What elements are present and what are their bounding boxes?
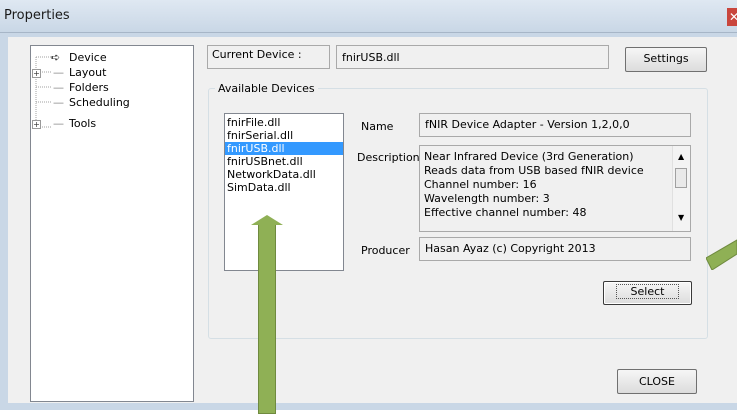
tree-branch-icon: —: [53, 96, 64, 109]
scroll-down-icon[interactable]: ▼: [678, 213, 684, 222]
producer-value: Hasan Ayaz (c) Copyright 2013: [425, 242, 596, 255]
current-device-value: fnirUSB.dll: [342, 51, 400, 64]
description-label: Description: [357, 151, 420, 164]
green-arrow-annotation: [251, 215, 283, 414]
current-device-field: fnirUSB.dll: [336, 45, 609, 69]
expand-icon[interactable]: +: [32, 69, 41, 78]
arrow-icon: ➪: [51, 51, 61, 64]
current-device-label: Current Device :: [212, 48, 302, 61]
tree-item-label: Tools: [69, 117, 97, 130]
green-arrow-annotation-right: [705, 236, 737, 271]
tree-item-label: Layout: [69, 66, 107, 79]
name-value: fNIR Device Adapter - Version 1,2,0,0: [425, 118, 630, 131]
list-item[interactable]: NetworkData.dll: [225, 168, 343, 181]
description-line: Channel number: 16: [424, 178, 537, 191]
tree-item-label: Device: [69, 51, 107, 64]
title-bar[interactable]: Properties ✕: [0, 0, 737, 33]
producer-label: Producer: [361, 244, 410, 257]
producer-field: Hasan Ayaz (c) Copyright 2013: [419, 237, 691, 261]
current-device-label-box: Current Device :: [207, 45, 330, 69]
description-scrollbar[interactable]: ▲ ▼: [672, 146, 690, 231]
description-line: Reads data from USB based fNIR device: [424, 164, 644, 177]
list-item[interactable]: SimData.dll: [225, 181, 343, 194]
devices-listbox[interactable]: fnirFile.dll fnirSerial.dll fnirUSB.dll …: [224, 113, 344, 271]
tree-branch-icon: —: [53, 81, 64, 94]
description-line: Effective channel number: 48: [424, 206, 587, 219]
settings-tree[interactable]: ➪ Device + — Layout — Folders — Scheduli…: [30, 45, 194, 402]
window-title: Properties: [4, 8, 70, 23]
close-button[interactable]: CLOSE: [617, 369, 697, 394]
list-item-selected[interactable]: fnirUSB.dll: [225, 142, 343, 155]
select-button-label: Select: [615, 284, 680, 299]
list-item[interactable]: fnirFile.dll: [225, 116, 343, 129]
list-item[interactable]: fnirUSBnet.dll: [225, 155, 343, 168]
expand-icon[interactable]: +: [32, 120, 41, 129]
tree-branch-icon: —: [53, 117, 64, 130]
window-close-button[interactable]: ✕: [727, 8, 737, 26]
settings-button[interactable]: Settings: [625, 47, 707, 72]
description-line: Wavelength number: 3: [424, 192, 550, 205]
description-textarea[interactable]: Near Infrared Device (3rd Generation) Re…: [419, 145, 691, 232]
list-item[interactable]: fnirSerial.dll: [225, 129, 343, 142]
name-label: Name: [361, 120, 394, 133]
description-line: Near Infrared Device (3rd Generation): [424, 150, 634, 163]
name-field: fNIR Device Adapter - Version 1,2,0,0: [419, 113, 691, 137]
scroll-up-icon[interactable]: ▲: [678, 152, 684, 161]
available-devices-title: Available Devices: [215, 82, 318, 95]
scroll-thumb[interactable]: [675, 168, 687, 188]
tree-item-label: Folders: [69, 81, 109, 94]
tree-item-label: Scheduling: [69, 96, 130, 109]
select-button[interactable]: Select: [603, 281, 692, 305]
tree-branch-icon: —: [53, 66, 64, 79]
